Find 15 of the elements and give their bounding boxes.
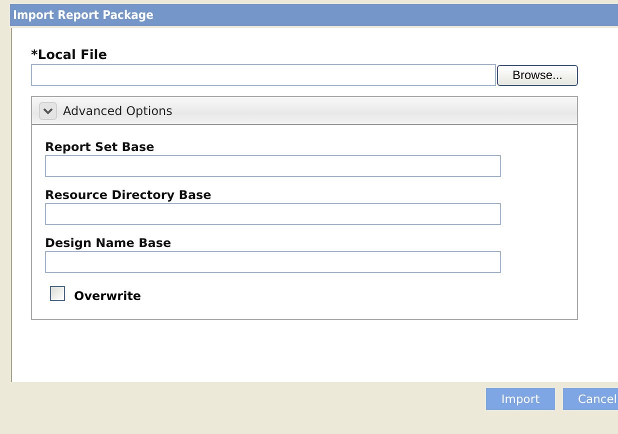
file-path-field[interactable] [31,64,496,86]
chevron-icon[interactable] [39,102,57,120]
input-field[interactable] [45,203,501,225]
field-label: Design Name Base [45,236,172,251]
field-label: *Local File [31,48,108,63]
input-field[interactable] [45,251,501,273]
panel-title: Advanced Options [63,104,172,118]
input-field[interactable] [45,155,501,177]
window-title: Import Report Package [13,8,154,22]
field-label: Report Set Base [45,140,156,155]
field-label: Resource Directory Base [45,188,212,203]
panel-header[interactable]: Advanced Options [32,97,577,125]
checkbox[interactable] [50,286,65,301]
checkbox-label: Overwrite [74,289,142,303]
browse-button[interactable]: Browse... [497,64,578,86]
